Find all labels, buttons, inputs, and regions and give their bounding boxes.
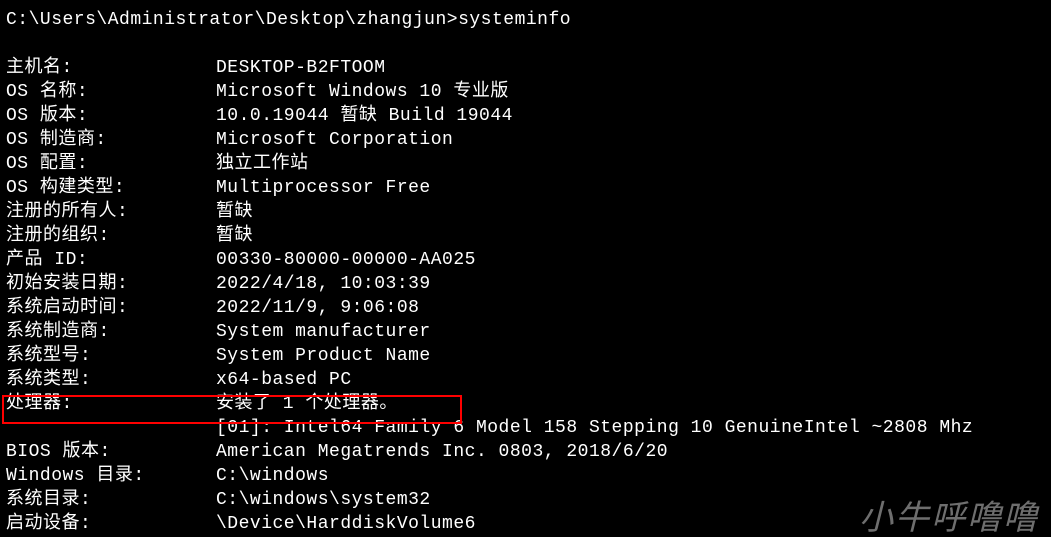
info-value: C:\windows\system32 bbox=[216, 488, 1045, 512]
info-label: 产品 ID: bbox=[6, 248, 216, 272]
info-row: 系统制造商:System manufacturer bbox=[6, 320, 1045, 344]
info-label: 处理器: bbox=[6, 392, 216, 416]
command-prompt-line: C:\Users\Administrator\Desktop\zhangjun>… bbox=[6, 8, 1045, 32]
info-row: BIOS 版本:American Megatrends Inc. 0803, 2… bbox=[6, 440, 1045, 464]
info-row: 注册的组织:暂缺 bbox=[6, 224, 1045, 248]
info-label bbox=[6, 416, 216, 440]
info-value: 2022/4/18, 10:03:39 bbox=[216, 272, 1045, 296]
info-row: OS 版本:10.0.19044 暂缺 Build 19044 bbox=[6, 104, 1045, 128]
info-value: Microsoft Windows 10 专业版 bbox=[216, 80, 1045, 104]
info-value: DESKTOP-B2FTOOM bbox=[216, 56, 1045, 80]
info-label: OS 名称: bbox=[6, 80, 216, 104]
prompt-text: C:\Users\Administrator\Desktop\zhangjun>… bbox=[6, 10, 571, 30]
info-value: Multiprocessor Free bbox=[216, 176, 1045, 200]
info-value: C:\windows bbox=[216, 464, 1045, 488]
info-row: 处理器:安装了 1 个处理器。 bbox=[6, 392, 1045, 416]
info-value: 00330-80000-00000-AA025 bbox=[216, 248, 1045, 272]
info-row: 产品 ID:00330-80000-00000-AA025 bbox=[6, 248, 1045, 272]
systeminfo-output: 主机名:DESKTOP-B2FTOOMOS 名称:Microsoft Windo… bbox=[6, 56, 1045, 536]
info-label: BIOS 版本: bbox=[6, 440, 216, 464]
info-label: 系统启动时间: bbox=[6, 296, 216, 320]
info-value: 10.0.19044 暂缺 Build 19044 bbox=[216, 104, 1045, 128]
info-row: [01]: Intel64 Family 6 Model 158 Steppin… bbox=[6, 416, 1045, 440]
info-row: OS 名称:Microsoft Windows 10 专业版 bbox=[6, 80, 1045, 104]
info-label: 系统类型: bbox=[6, 368, 216, 392]
info-value: [01]: Intel64 Family 6 Model 158 Steppin… bbox=[216, 416, 1045, 440]
info-label: OS 制造商: bbox=[6, 128, 216, 152]
info-row: 主机名:DESKTOP-B2FTOOM bbox=[6, 56, 1045, 80]
info-row: 启动设备:\Device\HarddiskVolume6 bbox=[6, 512, 1045, 536]
info-label: Windows 目录: bbox=[6, 464, 216, 488]
info-label: 初始安装日期: bbox=[6, 272, 216, 296]
info-value: 暂缺 bbox=[216, 224, 1045, 248]
info-row: OS 制造商:Microsoft Corporation bbox=[6, 128, 1045, 152]
info-label: OS 版本: bbox=[6, 104, 216, 128]
info-label: 启动设备: bbox=[6, 512, 216, 536]
info-row: 初始安装日期:2022/4/18, 10:03:39 bbox=[6, 272, 1045, 296]
info-value: System manufacturer bbox=[216, 320, 1045, 344]
info-row: 注册的所有人:暂缺 bbox=[6, 200, 1045, 224]
info-value: System Product Name bbox=[216, 344, 1045, 368]
info-label: OS 配置: bbox=[6, 152, 216, 176]
info-value: 安装了 1 个处理器。 bbox=[216, 392, 1045, 416]
info-label: 系统目录: bbox=[6, 488, 216, 512]
info-row: OS 配置:独立工作站 bbox=[6, 152, 1045, 176]
info-row: 系统型号:System Product Name bbox=[6, 344, 1045, 368]
info-value: 暂缺 bbox=[216, 200, 1045, 224]
info-row: OS 构建类型:Multiprocessor Free bbox=[6, 176, 1045, 200]
info-label: 系统制造商: bbox=[6, 320, 216, 344]
info-value: 独立工作站 bbox=[216, 152, 1045, 176]
info-row: 系统启动时间:2022/11/9, 9:06:08 bbox=[6, 296, 1045, 320]
info-value: Microsoft Corporation bbox=[216, 128, 1045, 152]
info-row: 系统类型:x64-based PC bbox=[6, 368, 1045, 392]
info-label: 主机名: bbox=[6, 56, 216, 80]
info-row: 系统目录:C:\windows\system32 bbox=[6, 488, 1045, 512]
info-value: x64-based PC bbox=[216, 368, 1045, 392]
info-value: \Device\HarddiskVolume6 bbox=[216, 512, 1045, 536]
info-value: American Megatrends Inc. 0803, 2018/6/20 bbox=[216, 440, 1045, 464]
info-value: 2022/11/9, 9:06:08 bbox=[216, 296, 1045, 320]
info-row: Windows 目录:C:\windows bbox=[6, 464, 1045, 488]
info-label: OS 构建类型: bbox=[6, 176, 216, 200]
info-label: 注册的所有人: bbox=[6, 200, 216, 224]
info-label: 系统型号: bbox=[6, 344, 216, 368]
info-label: 注册的组织: bbox=[6, 224, 216, 248]
